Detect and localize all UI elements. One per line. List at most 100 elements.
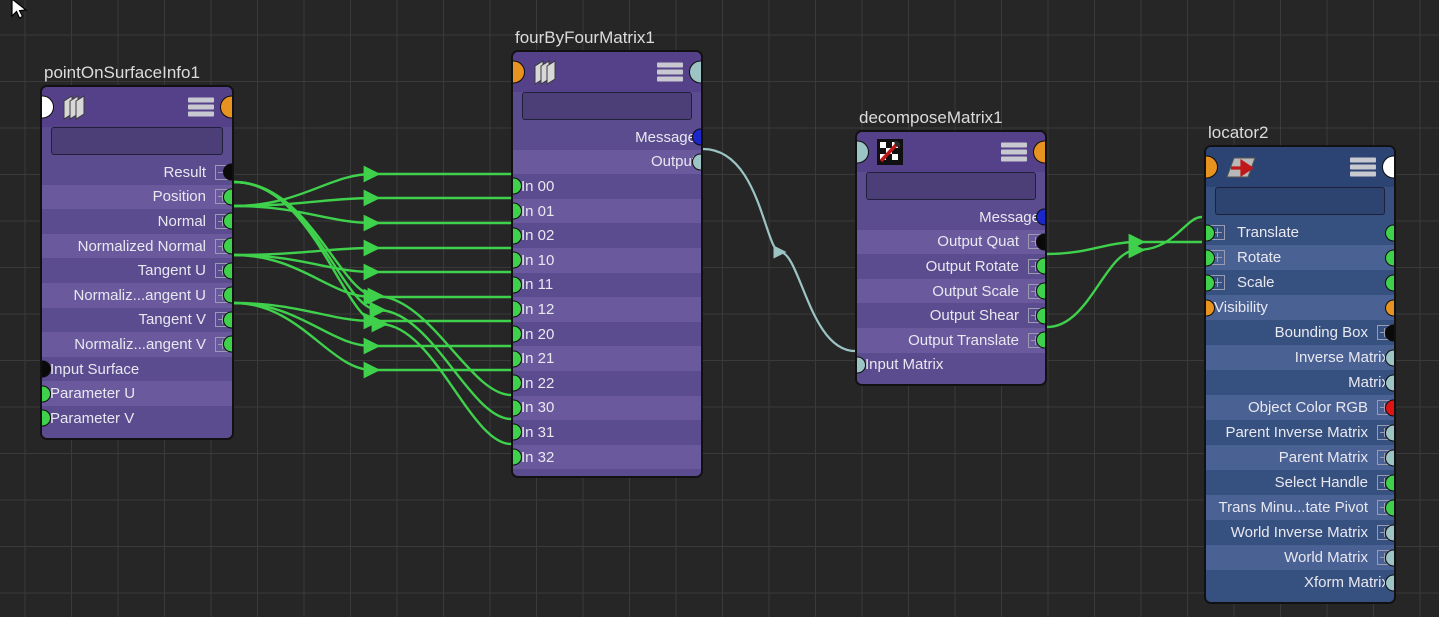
attribute-row[interactable]: Output Translate: [857, 327, 1045, 353]
attribute-output-port[interactable]: [1385, 574, 1394, 591]
attribute-row[interactable]: Tangent U: [42, 258, 232, 283]
attribute-output-port[interactable]: [223, 163, 232, 181]
attribute-output-port[interactable]: [1036, 307, 1045, 325]
attribute-output-port[interactable]: [1385, 299, 1394, 316]
attribute-row[interactable]: In 31: [513, 420, 701, 445]
attribute-row[interactable]: Parent Matrix: [1206, 445, 1394, 470]
node-output-port[interactable]: [220, 95, 232, 119]
attribute-row[interactable]: Position: [42, 184, 232, 210]
node-name-field[interactable]: [51, 127, 223, 155]
attribute-output-port[interactable]: [1385, 224, 1394, 241]
attribute-output-port[interactable]: [1385, 324, 1394, 341]
attribute-row[interactable]: Output Rotate: [857, 254, 1045, 279]
node-input-port[interactable]: [857, 140, 869, 164]
attribute-output-port[interactable]: [1036, 233, 1045, 251]
attribute-output-port[interactable]: [1036, 331, 1045, 349]
attribute-output-port[interactable]: [1385, 549, 1394, 566]
attribute-output-port[interactable]: [1385, 499, 1394, 516]
attribute-row[interactable]: Message: [857, 205, 1045, 230]
attribute-row[interactable]: In 02: [513, 223, 701, 248]
attribute-row[interactable]: World Inverse Matrix: [1206, 520, 1394, 545]
hamburger-icon[interactable]: [1350, 157, 1376, 177]
attribute-row[interactable]: Inverse Matrix: [1206, 345, 1394, 370]
attribute-output-port[interactable]: [1385, 274, 1394, 291]
attribute-row[interactable]: Input Surface: [42, 356, 232, 382]
hamburger-icon[interactable]: [657, 62, 683, 82]
attribute-output-port[interactable]: [1385, 449, 1394, 466]
attribute-row[interactable]: In 32: [513, 444, 701, 470]
attribute-output-port[interactable]: [223, 212, 232, 230]
attribute-output-port[interactable]: [1036, 282, 1045, 300]
attribute-row[interactable]: Normaliz...angent U: [42, 282, 232, 308]
attribute-output-port[interactable]: [692, 153, 701, 171]
attribute-row[interactable]: In 20: [513, 321, 701, 347]
attribute-row[interactable]: In 10: [513, 247, 701, 273]
attribute-row[interactable]: Tangent V: [42, 307, 232, 333]
attribute-row[interactable]: In 00: [513, 174, 701, 199]
attribute-output-port[interactable]: [1385, 249, 1394, 266]
hamburger-icon[interactable]: [188, 97, 214, 117]
attribute-output-port[interactable]: [223, 311, 232, 329]
attribute-row[interactable]: Rotate: [1206, 245, 1394, 270]
node-output-port[interactable]: [1033, 140, 1045, 164]
attribute-row[interactable]: Normal: [42, 209, 232, 234]
attribute-row[interactable]: Object Color RGB: [1206, 395, 1394, 420]
node-name-field[interactable]: [1215, 187, 1385, 215]
attribute-output-port[interactable]: [223, 335, 232, 353]
attribute-row[interactable]: Matrix: [1206, 370, 1394, 395]
attribute-row[interactable]: Trans Minu...tate Pivot: [1206, 495, 1394, 520]
attribute-row[interactable]: In 30: [513, 395, 701, 421]
node-input-port[interactable]: [1206, 155, 1218, 179]
attribute-row[interactable]: Scale: [1206, 270, 1394, 295]
attribute-output-port[interactable]: [1385, 399, 1394, 416]
attribute-row[interactable]: Output Quat: [857, 229, 1045, 255]
attribute-row[interactable]: In 01: [513, 198, 701, 224]
attribute-output-port[interactable]: [223, 286, 232, 304]
node-header[interactable]: [42, 87, 232, 127]
attribute-row[interactable]: In 12: [513, 297, 701, 322]
attribute-row[interactable]: Result: [42, 160, 232, 185]
node-header[interactable]: [1206, 147, 1394, 187]
attribute-output-port[interactable]: [1036, 208, 1045, 226]
attribute-row[interactable]: Visibility: [1206, 295, 1394, 320]
node-name-field[interactable]: [522, 92, 692, 120]
node-name-field[interactable]: [866, 172, 1036, 200]
attribute-output-port[interactable]: [1036, 257, 1045, 275]
attribute-row[interactable]: Output Shear: [857, 303, 1045, 328]
attribute-row[interactable]: Input Matrix: [857, 352, 1045, 378]
attribute-row[interactable]: Bounding Box: [1206, 320, 1394, 345]
node-input-port[interactable]: [42, 95, 54, 119]
node-fourbyfourmatrix1[interactable]: fourByFourMatrix1 Message Output In 00 In 0…: [511, 28, 703, 479]
node-decomposematrix1[interactable]: decomposeMatrix1 Message Output Quat Out…: [855, 108, 1047, 387]
attribute-row[interactable]: Translate: [1206, 220, 1394, 245]
node-editor-canvas[interactable]: pointOnSurfaceInfo1 Result Position Normal…: [0, 0, 1439, 617]
attribute-row[interactable]: Parameter V: [42, 405, 232, 431]
attribute-row[interactable]: Message: [513, 125, 701, 150]
attribute-row[interactable]: Xform Matrix: [1206, 570, 1394, 595]
node-pointonsurfaceinfo1[interactable]: pointOnSurfaceInfo1 Result Position Normal…: [40, 63, 234, 440]
attribute-output-port[interactable]: [1385, 474, 1394, 491]
attribute-row[interactable]: Output Scale: [857, 278, 1045, 304]
attribute-row[interactable]: Output: [513, 149, 701, 175]
attribute-row[interactable]: In 21: [513, 346, 701, 371]
attribute-output-port[interactable]: [1385, 349, 1394, 366]
attribute-row[interactable]: Normaliz...angent V: [42, 332, 232, 357]
attribute-output-port[interactable]: [223, 188, 232, 206]
attribute-output-port[interactable]: [1385, 424, 1394, 441]
attribute-row[interactable]: In 22: [513, 370, 701, 396]
node-output-port[interactable]: [689, 60, 701, 84]
attribute-row[interactable]: World Matrix: [1206, 545, 1394, 570]
attribute-row[interactable]: Parameter U: [42, 381, 232, 406]
node-input-port[interactable]: [513, 60, 525, 84]
node-header[interactable]: [857, 132, 1045, 172]
node-header[interactable]: [513, 52, 701, 92]
node-locator2[interactable]: locator2 Translate Rotate Scale Visibility B…: [1204, 123, 1396, 604]
attribute-output-port[interactable]: [223, 237, 232, 255]
hamburger-icon[interactable]: [1001, 142, 1027, 162]
attribute-output-port[interactable]: [692, 128, 701, 146]
attribute-row[interactable]: In 11: [513, 272, 701, 298]
node-output-port[interactable]: [1382, 155, 1394, 179]
attribute-output-port[interactable]: [1385, 374, 1394, 391]
attribute-row[interactable]: Select Handle: [1206, 470, 1394, 495]
attribute-output-port[interactable]: [223, 262, 232, 280]
